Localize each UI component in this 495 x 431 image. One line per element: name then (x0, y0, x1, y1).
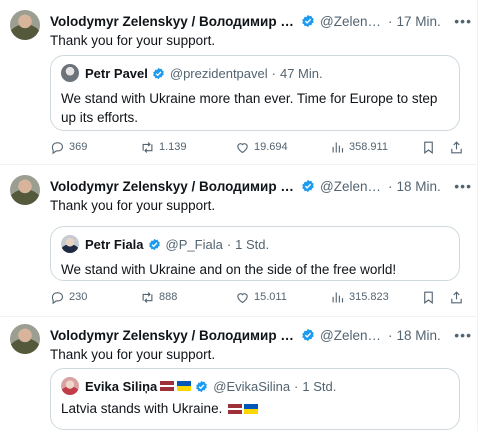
tweet-text: Thank you for your support. (50, 347, 216, 362)
like-button[interactable]: 19.694 (235, 138, 288, 156)
tweet-text: Thank you for your support. (50, 198, 216, 213)
tweet-2[interactable]: Volodymyr Zelenskyy / Володимир Зеленськ… (0, 175, 478, 315)
quote-author-name: Petr Pavel (85, 65, 148, 81)
repost-icon (142, 141, 153, 153)
reply-button[interactable]: 369 (50, 138, 87, 156)
tweet-header: Volodymyr Zelenskyy / Володимир Зеленськ… (50, 325, 472, 345)
author-name[interactable]: Volodymyr Zelenskyy / Володимир Зеленськ… (50, 179, 296, 194)
views-chart-icon (332, 292, 344, 302)
quote-text: We stand with Ukraine more than ever. Ti… (61, 91, 438, 125)
share-button[interactable] (449, 288, 468, 306)
share-icon (451, 140, 462, 153)
quote-author-handle: @P_Fiala (165, 236, 223, 252)
tweet-header: Volodymyr Zelenskyy / Володимир Зеленськ… (50, 11, 472, 31)
tweet-time[interactable]: 17 Min. (397, 14, 441, 29)
author-handle[interactable]: @ZelenskyyUa (320, 14, 384, 29)
author-handle[interactable]: @ZelenskyyUa (320, 179, 384, 194)
verified-badge-icon (196, 380, 208, 392)
tweet-1[interactable]: Volodymyr Zelenskyy / Володимир Зеленськ… (0, 10, 478, 160)
quote-time: 1 Std. (235, 236, 270, 252)
verified-badge-icon (148, 238, 160, 250)
quote-header: Evika Siliņa @EvikaSilina · 1 Std. (61, 377, 336, 395)
tweet-actions: 369 1.139 19.694 358.911 (50, 138, 470, 156)
avatar[interactable] (10, 324, 40, 354)
like-button[interactable]: 15.011 (235, 288, 287, 306)
bookmark-button[interactable] (421, 288, 440, 306)
tweet-header: Volodymyr Zelenskyy / Володимир Зеленськ… (50, 176, 472, 196)
author-name[interactable]: Volodymyr Zelenskyy / Володимир Зеленськ… (50, 14, 296, 29)
author-handle[interactable]: @ZelenskyyUa (320, 328, 384, 343)
repost-icon (142, 291, 153, 303)
bookmark-icon (424, 141, 433, 154)
verified-badge-icon (153, 67, 164, 79)
quote-author-handle: @EvikaSilina (213, 378, 291, 394)
verified-badge-icon (302, 14, 314, 28)
separator-dot: · (226, 236, 232, 252)
avatar[interactable] (10, 10, 40, 40)
share-icon (451, 290, 462, 303)
quote-time: 1 Std. (302, 378, 337, 394)
quoted-tweet[interactable]: Petr Fiala @P_Fiala · 1 Std. We stand wi… (50, 226, 460, 281)
quote-author-name: Evika Siliņa (85, 378, 158, 394)
latvia-flag-icon (160, 381, 175, 391)
quoted-tweet[interactable]: Petr Pavel @prezidentpavel · 47 Min. We … (50, 55, 460, 131)
reply-count: 369 (69, 141, 88, 153)
repost-button[interactable]: 888 (140, 288, 177, 306)
repost-count: 888 (159, 291, 178, 303)
views-chart-icon (332, 142, 344, 152)
tweet-divider (0, 316, 478, 317)
verified-badge-icon (302, 179, 314, 193)
separator-dot: · (294, 378, 299, 394)
views-count: 315.823 (349, 291, 389, 303)
tweet-time[interactable]: 18 Min. (397, 179, 441, 194)
separator-dot: · (388, 327, 393, 343)
more-horizontal-icon[interactable]: ••• (454, 327, 472, 343)
views-button[interactable]: 315.823 (330, 288, 389, 306)
quote-avatar (61, 235, 79, 253)
quote-author-name: Petr Fiala (85, 236, 144, 252)
tweet-3[interactable]: Volodymyr Zelenskyy / Володимир Зеленськ… (0, 324, 478, 431)
repost-count: 1.139 (159, 141, 187, 153)
quote-header: Petr Pavel @prezidentpavel · 47 Min. (61, 64, 323, 82)
more-horizontal-icon[interactable]: ••• (454, 13, 472, 29)
bookmark-icon (424, 291, 433, 304)
avatar[interactable] (10, 175, 40, 205)
bookmark-button[interactable] (421, 138, 440, 156)
heart-icon (237, 142, 248, 153)
quote-text-line: Latvia stands with Ukraine. (61, 399, 451, 418)
quote-avatar (61, 377, 79, 395)
timeline-feed: Volodymyr Zelenskyy / Володимир Зеленськ… (0, 0, 495, 431)
tweet-text: Thank you for your support. (50, 33, 216, 48)
like-count: 19.694 (254, 141, 288, 153)
reply-icon (51, 141, 64, 154)
heart-icon (237, 292, 248, 303)
reply-count: 230 (69, 291, 88, 303)
quote-author-handle: @prezidentpavel (169, 65, 268, 81)
latvia-flag-icon (228, 404, 243, 414)
like-count: 15.011 (254, 291, 287, 303)
quote-header: Petr Fiala @P_Fiala · 1 Std. (61, 235, 269, 253)
views-count: 358.911 (349, 141, 388, 153)
ukraine-flag-icon (177, 381, 192, 391)
reply-button[interactable]: 230 (50, 288, 87, 306)
more-horizontal-icon[interactable]: ••• (454, 178, 472, 194)
separator-dot: · (271, 65, 276, 81)
tweet-actions: 230 888 15.011 315.823 (50, 288, 470, 306)
views-button[interactable]: 358.911 (330, 138, 388, 156)
repost-button[interactable]: 1.139 (140, 138, 187, 156)
quote-text: Latvia stands with Ukraine. (61, 401, 223, 416)
author-name[interactable]: Volodymyr Zelenskyy / Володимир Зеленськ… (50, 328, 296, 343)
quote-avatar (61, 64, 79, 82)
quote-time: 47 Min. (279, 65, 323, 81)
reply-icon (51, 291, 64, 304)
quoted-tweet[interactable]: Evika Siliņa @EvikaSilina · 1 Std. Latvi… (50, 368, 460, 430)
share-button[interactable] (449, 138, 468, 156)
verified-badge-icon (302, 328, 314, 342)
ukraine-flag-icon (244, 404, 259, 414)
separator-dot: · (388, 178, 393, 194)
separator-dot: · (388, 13, 393, 29)
quote-text: We stand with Ukraine and on the side of… (61, 262, 397, 277)
tweet-divider (0, 164, 478, 165)
tweet-time[interactable]: 18 Min. (397, 328, 441, 343)
